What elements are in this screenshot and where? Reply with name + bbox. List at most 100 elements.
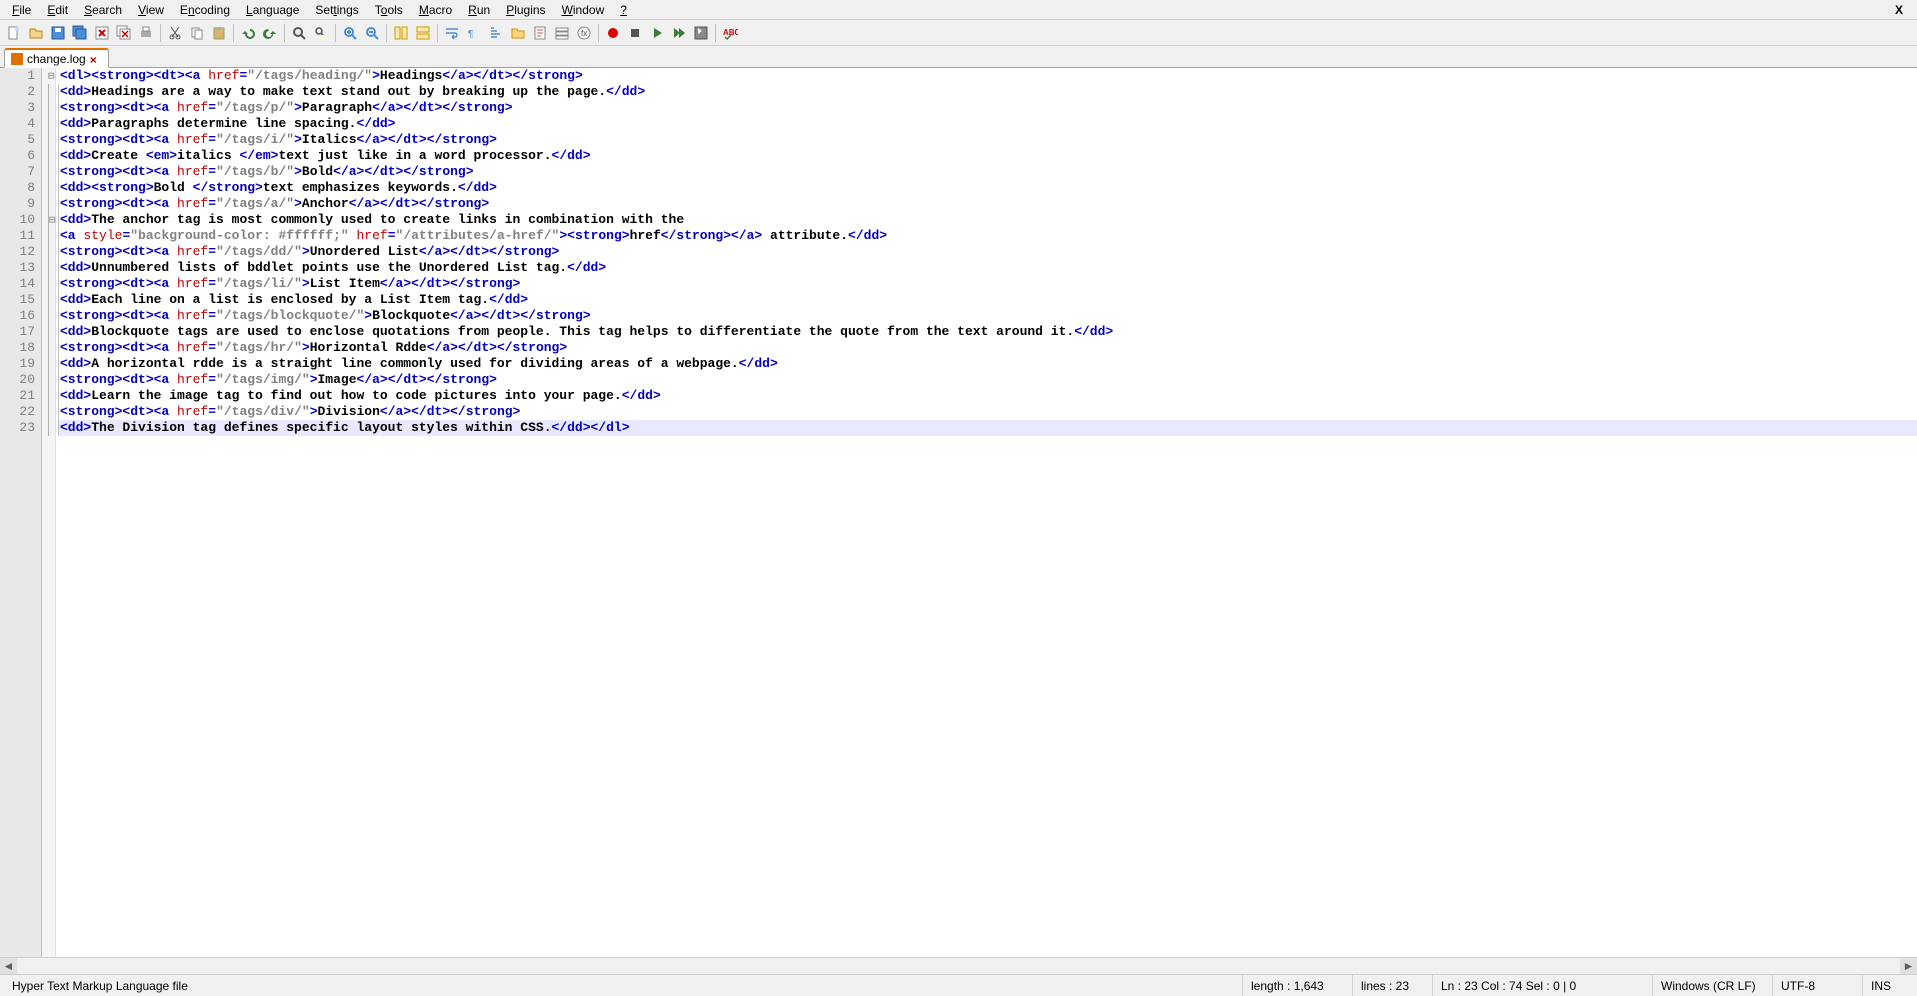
menu-language[interactable]: Language — [238, 1, 307, 19]
print-icon[interactable] — [136, 23, 156, 43]
fold-marker[interactable] — [48, 388, 55, 404]
code-line[interactable]: <strong><dt><a href="/tags/hr/">Horizont… — [58, 340, 1917, 356]
fold-marker[interactable]: ⊟ — [48, 212, 55, 228]
menu-macro[interactable]: Macro — [411, 1, 460, 19]
fold-marker[interactable] — [48, 420, 55, 436]
tab-close-icon[interactable]: × — [90, 53, 102, 65]
code-line[interactable]: <strong><dt><a href="/tags/a/">Anchor</a… — [58, 196, 1917, 212]
sync-h-icon[interactable] — [413, 23, 433, 43]
code-line[interactable]: <strong><dt><a href="/tags/img/">Image</… — [58, 372, 1917, 388]
code-line[interactable]: <strong><dt><a href="/tags/p/">Paragraph… — [58, 100, 1917, 116]
doc-list-icon[interactable] — [552, 23, 572, 43]
sync-v-icon[interactable] — [391, 23, 411, 43]
indent-guide-icon[interactable] — [486, 23, 506, 43]
menu-search[interactable]: Search — [76, 1, 130, 19]
menu-file[interactable]: File — [4, 1, 39, 19]
word-wrap-icon[interactable] — [442, 23, 462, 43]
code-line[interactable]: <strong><dt><a href="/tags/b/">Bold</a><… — [58, 164, 1917, 180]
fold-marker[interactable] — [48, 116, 55, 132]
fold-column[interactable]: ⊟⊟ — [42, 68, 56, 957]
open-file-icon[interactable] — [26, 23, 46, 43]
horizontal-scrollbar[interactable]: ◄ ► — [0, 957, 1917, 974]
fold-marker[interactable] — [48, 164, 55, 180]
close-file-icon[interactable] — [92, 23, 112, 43]
fold-marker[interactable] — [48, 276, 55, 292]
tab-change-log[interactable]: change.log × — [4, 48, 109, 68]
menu-encoding[interactable]: Encoding — [172, 1, 238, 19]
menu-run[interactable]: Run — [460, 1, 498, 19]
fold-marker[interactable] — [48, 292, 55, 308]
cut-icon[interactable] — [165, 23, 185, 43]
spellcheck-icon[interactable]: ABC — [720, 23, 740, 43]
replace-icon[interactable] — [311, 23, 331, 43]
save-file-icon[interactable] — [48, 23, 68, 43]
menu-tools[interactable]: Tools — [367, 1, 411, 19]
fold-marker[interactable] — [48, 340, 55, 356]
code-line[interactable]: <dd>Learn the image tag to find out how … — [58, 388, 1917, 404]
scroll-right-icon[interactable]: ► — [1900, 958, 1917, 975]
code-line[interactable]: <dd>Headings are a way to make text stan… — [58, 84, 1917, 100]
zoom-in-icon[interactable] — [340, 23, 360, 43]
code-line[interactable]: <a style="background-color: #ffffff;" hr… — [58, 228, 1917, 244]
paste-icon[interactable] — [209, 23, 229, 43]
fold-marker[interactable] — [48, 372, 55, 388]
play-multi-icon[interactable] — [669, 23, 689, 43]
code-line[interactable]: <dd><strong>Bold </strong>text emphasize… — [58, 180, 1917, 196]
fold-marker[interactable] — [48, 132, 55, 148]
fold-marker[interactable] — [48, 324, 55, 340]
fold-marker[interactable] — [48, 196, 55, 212]
code-line[interactable]: <strong><dt><a href="/tags/i/">Italics</… — [58, 132, 1917, 148]
code-line[interactable]: <dl><strong><dt><a href="/tags/heading/"… — [58, 68, 1917, 84]
menu-settings[interactable]: Settings — [307, 1, 366, 19]
folder-icon[interactable] — [508, 23, 528, 43]
menu-edit[interactable]: Edit — [39, 1, 76, 19]
code-line[interactable]: <strong><dt><a href="/tags/li/">List Ite… — [58, 276, 1917, 292]
new-file-icon[interactable] — [4, 23, 24, 43]
code-line[interactable]: <dd>Create <em>italics </em>text just li… — [58, 148, 1917, 164]
fold-marker[interactable] — [48, 404, 55, 420]
code-area[interactable]: <dl><strong><dt><a href="/tags/heading/"… — [56, 68, 1917, 957]
menu-view[interactable]: View — [130, 1, 172, 19]
menu-window[interactable]: Window — [554, 1, 613, 19]
fold-marker[interactable] — [48, 260, 55, 276]
fold-marker[interactable]: ⊟ — [48, 68, 55, 84]
fold-marker[interactable] — [48, 228, 55, 244]
stop-macro-icon[interactable] — [625, 23, 645, 43]
doc-map-icon[interactable] — [530, 23, 550, 43]
fold-marker[interactable] — [48, 308, 55, 324]
save-macro-icon[interactable] — [691, 23, 711, 43]
editor[interactable]: 1234567891011121314151617181920212223 ⊟⊟… — [0, 68, 1917, 957]
code-line[interactable]: <strong><dt><a href="/tags/blockquote/">… — [58, 308, 1917, 324]
scroll-track[interactable] — [17, 958, 1900, 974]
menu-help[interactable]: ? — [612, 1, 635, 19]
code-line[interactable]: <dd>Blockquote tags are used to enclose … — [58, 324, 1917, 340]
code-line[interactable]: <dd>Unnumbered lists of bddlet points us… — [58, 260, 1917, 276]
fold-marker[interactable] — [48, 356, 55, 372]
code-line[interactable]: <dd>A horizontal rdde is a straight line… — [58, 356, 1917, 372]
code-line[interactable]: <dd>The Division tag defines specific la… — [58, 420, 1917, 436]
fold-marker[interactable] — [48, 148, 55, 164]
window-close-button[interactable]: X — [1885, 1, 1913, 19]
fold-marker[interactable] — [48, 244, 55, 260]
save-all-icon[interactable] — [70, 23, 90, 43]
find-icon[interactable] — [289, 23, 309, 43]
code-line[interactable]: <strong><dt><a href="/tags/div/">Divisio… — [58, 404, 1917, 420]
play-macro-icon[interactable] — [647, 23, 667, 43]
fold-marker[interactable] — [48, 84, 55, 100]
fold-marker[interactable] — [48, 180, 55, 196]
scroll-left-icon[interactable]: ◄ — [0, 958, 17, 975]
copy-icon[interactable] — [187, 23, 207, 43]
code-line[interactable]: <dd>Each line on a list is enclosed by a… — [58, 292, 1917, 308]
fold-marker[interactable] — [48, 100, 55, 116]
code-line[interactable]: <dd>The anchor tag is most commonly used… — [58, 212, 1917, 228]
record-macro-icon[interactable] — [603, 23, 623, 43]
close-all-icon[interactable] — [114, 23, 134, 43]
func-list-icon[interactable]: fx — [574, 23, 594, 43]
menu-plugins[interactable]: Plugins — [498, 1, 553, 19]
undo-icon[interactable] — [238, 23, 258, 43]
code-line[interactable]: <dd>Paragraphs determine line spacing.</… — [58, 116, 1917, 132]
show-all-icon[interactable]: ¶ — [464, 23, 484, 43]
zoom-out-icon[interactable] — [362, 23, 382, 43]
redo-icon[interactable] — [260, 23, 280, 43]
code-line[interactable]: <strong><dt><a href="/tags/dd/">Unordere… — [58, 244, 1917, 260]
